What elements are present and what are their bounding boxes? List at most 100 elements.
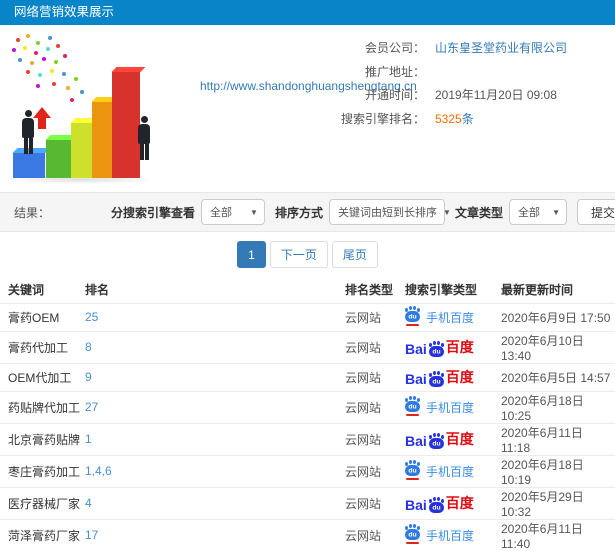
rank-link[interactable]: 8 (85, 340, 92, 354)
article-type-value: 全部 (517, 207, 540, 219)
rank-link[interactable]: 1,4,6 (85, 464, 112, 478)
caret-down-icon: ▼ (442, 207, 451, 217)
baidu-paw-icon: du (405, 462, 420, 480)
engine-rank-label: 搜索引擎排名： (340, 111, 425, 126)
rank-type-cell: 云网站 (345, 486, 405, 519)
submit-button[interactable]: 提交 (576, 199, 615, 225)
rank-link[interactable]: 17 (85, 528, 98, 542)
rank-type-cell: 云网站 (345, 454, 405, 487)
open-time-label: 开通时间： (364, 88, 425, 102)
search-engine-logo: du 手机百度 Baidu百度 (405, 398, 474, 416)
rank-link[interactable]: 9 (85, 370, 92, 384)
mobile-baidu-label: 手机百度 (426, 528, 475, 543)
baidu-paw-icon: du (428, 343, 444, 357)
engine-cell: du 手机百度 Baidu百度 (405, 362, 501, 391)
search-engine-logo: du 手机百度 Baidu百度 (405, 493, 474, 513)
open-time-value: 2019年11月20日 09:08 (435, 88, 557, 102)
baidu-name-text: 百度 (445, 369, 474, 385)
updated-cell: 2020年5月29日 10:32 (501, 486, 615, 519)
open-time-row: 开通时间： 2019年11月20日 09:08 (190, 85, 615, 109)
rank-cell: 4 (85, 486, 345, 519)
pagination: 1 下一页 尾页 (237, 241, 378, 268)
result-label: 结果： (14, 205, 51, 220)
caret-down-icon: ▼ (552, 207, 560, 217)
updated-cell: 2020年6月9日 17:50 (501, 302, 615, 331)
baidu-logo: Bai du 百度 (405, 367, 474, 387)
sort-select[interactable]: 关键词由短到长排序 ▼ (328, 199, 451, 225)
baidu-paw-icon: du (428, 499, 444, 513)
article-type-label: 文章类型 (454, 205, 503, 220)
rank-cell: 9 (85, 362, 345, 391)
baidu-paw-icon: du (428, 373, 444, 387)
keyword-cell: 膏药代加工 (0, 330, 85, 363)
baidu-bai-text: Bai (405, 433, 427, 449)
engine-filter-value: 全部 (209, 207, 232, 219)
promo-url-row: 推广地址：http://www.shandonghuangshengtang.c… (190, 62, 615, 93)
rank-link[interactable]: 25 (85, 310, 98, 324)
page-header: 网络营销效果展示 (0, 0, 615, 25)
member-company-row: 会员公司： 山东皇圣堂药业有限公司 (190, 38, 615, 62)
rank-type-cell: 云网站 (345, 330, 405, 363)
search-engine-logo: du 手机百度 Baidu百度 (405, 367, 474, 387)
red-underline (406, 478, 419, 480)
mobile-baidu-label: 手机百度 (426, 464, 475, 479)
table-row: 枣庄膏药加工 1,4,6 云网站 du 手机百度 Baidu百度 2020年6月… (0, 454, 615, 487)
red-underline (406, 542, 419, 544)
engine-cell: du 手机百度 Baidu百度 (405, 390, 501, 423)
col-engine-type: 搜索引擎类型 (405, 283, 478, 298)
engine-cell: du 手机百度 Baidu百度 (405, 302, 501, 331)
last-page-button[interactable]: 尾页 (331, 241, 378, 268)
businessman-left-figure (20, 110, 36, 154)
rank-link[interactable]: 27 (85, 400, 98, 414)
next-page-button[interactable]: 下一页 (269, 241, 328, 268)
updated-cell: 2020年6月11日 11:18 (501, 422, 615, 455)
baidu-paw-icon: du (428, 435, 444, 449)
mobile-baidu-label: 手机百度 (426, 400, 475, 415)
updated-cell: 2020年6月10日 13:40 (501, 330, 615, 363)
page-1-button[interactable]: 1 (237, 241, 266, 268)
baidu-logo: Bai du 百度 (405, 429, 474, 449)
col-keyword: 关键词 (8, 283, 45, 298)
member-company-link[interactable]: 山东皇圣堂药业有限公司 (435, 41, 567, 55)
col-updated: 最新更新时间 (501, 283, 574, 298)
confetti-decoration (8, 32, 12, 36)
keyword-cell: 菏泽膏药厂家 (0, 518, 85, 551)
table-header-row: 关键词 排名 排名类型 搜索引擎类型 最新更新时间 (0, 277, 615, 303)
page-title: 网络营销效果展示 (14, 5, 115, 19)
pagination-zone: 1 下一页 尾页 (0, 232, 615, 277)
filter-bar: 结果： 分搜索引擎查看 全部 ▼ 排序方式 关键词由短到长排序 ▼ 文章类型 全… (0, 192, 615, 232)
keyword-cell: OEM代加工 (0, 362, 85, 391)
rank-cell: 17 (85, 518, 345, 551)
table-row: 菏泽膏药厂家 17 云网站 du 手机百度 Baidu百度 2020年6月11日… (0, 518, 615, 551)
mobile-baidu-logo: du 手机百度 (405, 526, 474, 544)
red-underline (406, 324, 419, 326)
baidu-name-text: 百度 (445, 339, 474, 355)
baidu-bai-text: Bai (405, 341, 427, 357)
rank-cell: 25 (85, 302, 345, 331)
updated-cell: 2020年6月18日 10:25 (501, 390, 615, 423)
table-row: 膏药OEM 25 云网站 du 手机百度 Baidu百度 2020年6月9日 1… (0, 302, 615, 331)
table-row: 膏药代加工 8 云网站 du 手机百度 Baidu百度 2020年6月10日 1… (0, 330, 615, 363)
baidu-paw-icon: du (405, 398, 420, 416)
rank-cell: 8 (85, 330, 345, 363)
baidu-bai-text: Bai (405, 497, 427, 513)
baidu-paw-icon: du (405, 308, 420, 326)
engine-filter-select[interactable]: 全部 ▼ (200, 199, 265, 225)
updated-cell: 2020年6月5日 14:57 (501, 362, 615, 391)
rank-link[interactable]: 1 (85, 432, 92, 446)
keyword-cell: 医疗器械厂家 (0, 486, 85, 519)
table-row: OEM代加工 9 云网站 du 手机百度 Baidu百度 2020年6月5日 1… (0, 362, 615, 391)
results-table: 关键词 排名 排名类型 搜索引擎类型 最新更新时间 膏药OEM 25 云网站 d… (0, 277, 615, 551)
baidu-paw-icon: du (405, 526, 420, 544)
rank-link[interactable]: 4 (85, 496, 92, 510)
baidu-logo: Bai du 百度 (405, 337, 474, 357)
article-type-select[interactable]: 全部 ▼ (508, 199, 567, 225)
red-underline (406, 414, 419, 416)
table-row: 北京膏药贴牌 1 云网站 du 手机百度 Baidu百度 2020年6月11日 … (0, 422, 615, 455)
mobile-baidu-logo: du 手机百度 (405, 398, 474, 416)
filter-controls: 分搜索引擎查看 全部 ▼ 排序方式 关键词由短到长排序 ▼ 文章类型 全部 ▼ … (101, 199, 615, 225)
businessman-right-figure (136, 116, 152, 160)
rank-type-cell: 云网站 (345, 302, 405, 331)
member-company-label: 会员公司： (364, 41, 425, 55)
table-body: 膏药OEM 25 云网站 du 手机百度 Baidu百度 2020年6月9日 1… (0, 302, 615, 551)
